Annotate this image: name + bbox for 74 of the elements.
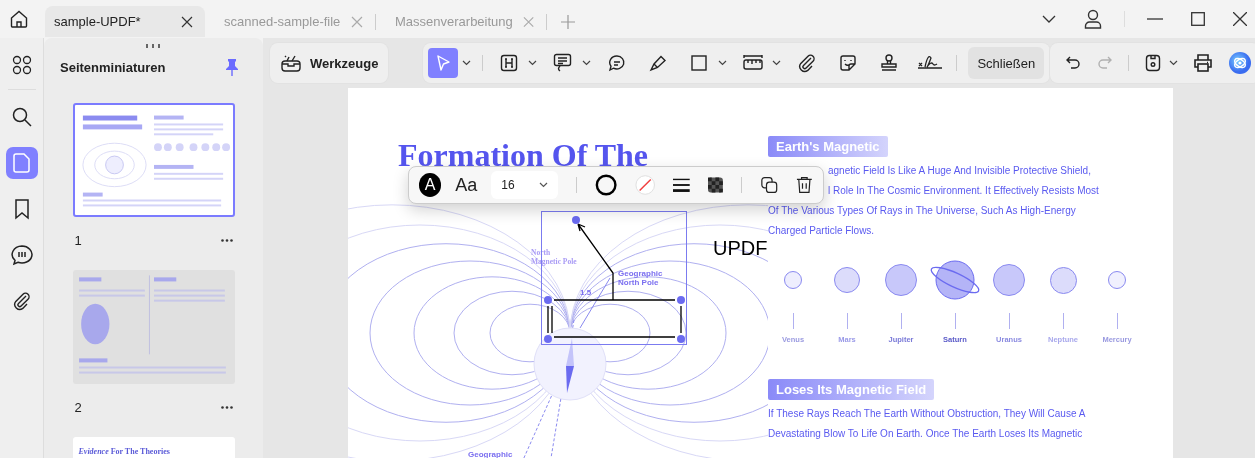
text-color-button[interactable]: A: [419, 173, 442, 197]
paperclip-icon[interactable]: [11, 291, 32, 311]
page-number: 2: [74, 400, 82, 415]
close-icon[interactable]: [1233, 12, 1247, 26]
font-size-dropdown[interactable]: 16: [491, 171, 558, 199]
caret-icon[interactable]: [582, 60, 592, 66]
page-number: 1: [74, 233, 82, 248]
caret-icon[interactable]: [528, 60, 538, 66]
user-icon[interactable]: [1084, 9, 1102, 29]
border-color-icon[interactable]: [594, 173, 617, 197]
page-icon[interactable]: [11, 152, 32, 174]
tools-button[interactable]: Werkzeuge: [270, 43, 389, 83]
print-icon: [1192, 52, 1215, 74]
section-heading: Loses Its Magnetic Field: [768, 379, 935, 400]
rectangle-icon: [689, 53, 710, 73]
sticker-icon: [838, 53, 859, 73]
close-icon[interactable]: [181, 15, 193, 28]
apps-grid-icon[interactable]: [11, 55, 32, 75]
ringed-planet-icon: [928, 259, 982, 301]
planet-icon: [1049, 266, 1077, 294]
toolbar-action[interactable]: [1143, 53, 1179, 73]
planet-icon: [993, 264, 1025, 296]
section-heading: Earth's Magnetic: [768, 136, 888, 157]
diagram-label: Geographic North Pole: [618, 269, 663, 287]
caret-icon[interactable]: [772, 60, 782, 66]
toolbox-icon: [280, 53, 302, 73]
body-text-line: agnetic Field Is Like A Huge And Invisible Protective Shield,: [828, 164, 1091, 178]
highlighter-icon: [648, 53, 669, 73]
ruler-icon: [742, 53, 765, 73]
body-text-line: Devastating Blow To Life On Earth. Once The Earth Loses Its Magnetic: [768, 427, 1083, 441]
text-annotation[interactable]: UPDF: [713, 237, 768, 259]
font-button[interactable]: Aa: [455, 174, 478, 196]
more-icon[interactable]: [220, 239, 233, 242]
thumbnail-heading: Evidence For The Theories: [78, 447, 170, 456]
planet-icon: [784, 271, 802, 289]
chevron-down-icon[interactable]: [1042, 15, 1056, 23]
bookmark-icon[interactable]: [12, 198, 31, 220]
body-text-line: Charged Particle Flows.: [768, 224, 875, 238]
heading-icon: [499, 53, 520, 73]
body-text-line: l Role In The Cosmic Environment. It Effectively Resists Most: [828, 184, 1099, 198]
body-text-line: If These Rays Reach The Earth Without Obstruction, They Will Cause A: [768, 407, 1086, 421]
maximize-icon[interactable]: [1191, 12, 1205, 26]
body-text-line: Of The Various Types Of Rays in The Universe, Such As High-Energy: [768, 204, 1076, 218]
paperclip-icon: [797, 53, 818, 73]
caret-icon[interactable]: [718, 60, 728, 66]
stamp-icon: [879, 53, 900, 73]
more-icon[interactable]: [220, 406, 233, 409]
document-title: Formation Of The: [398, 140, 649, 170]
no-fill-icon[interactable]: [634, 174, 656, 196]
caret-icon[interactable]: [462, 60, 472, 66]
undo-icon: [1064, 54, 1083, 72]
page-thumbnail[interactable]: [72, 270, 235, 384]
assistant-logo-icon: [1228, 51, 1253, 75]
diagram-label: Geographic: [468, 450, 513, 458]
delete-icon[interactable]: [796, 175, 813, 195]
line-weight-icon[interactable]: [673, 177, 690, 193]
page-thumbnail[interactable]: [72, 103, 235, 217]
close-tools-button[interactable]: Schließen: [968, 47, 1045, 79]
planet-icon: [1108, 271, 1126, 289]
caret-icon[interactable]: [1169, 60, 1179, 66]
toolbar-action[interactable]: [1064, 54, 1083, 72]
page-thumbnail[interactable]: Evidence For The Theories: [72, 437, 235, 458]
planet-icon: [834, 267, 860, 293]
duplicate-icon[interactable]: [759, 175, 779, 195]
panel-title: Seitenminiaturen: [60, 59, 166, 75]
opacity-icon[interactable]: [708, 177, 723, 193]
pin-icon[interactable]: [225, 58, 239, 76]
home-icon[interactable]: [9, 9, 29, 29]
document-tab[interactable]: sample-UPDF*: [45, 6, 205, 37]
drag-handle-icon[interactable]: [146, 44, 160, 48]
angle-label: 1.5: [580, 288, 592, 297]
planet-icon: [885, 264, 917, 296]
caret-icon: [538, 182, 548, 188]
toolbar-action[interactable]: [1192, 52, 1215, 74]
